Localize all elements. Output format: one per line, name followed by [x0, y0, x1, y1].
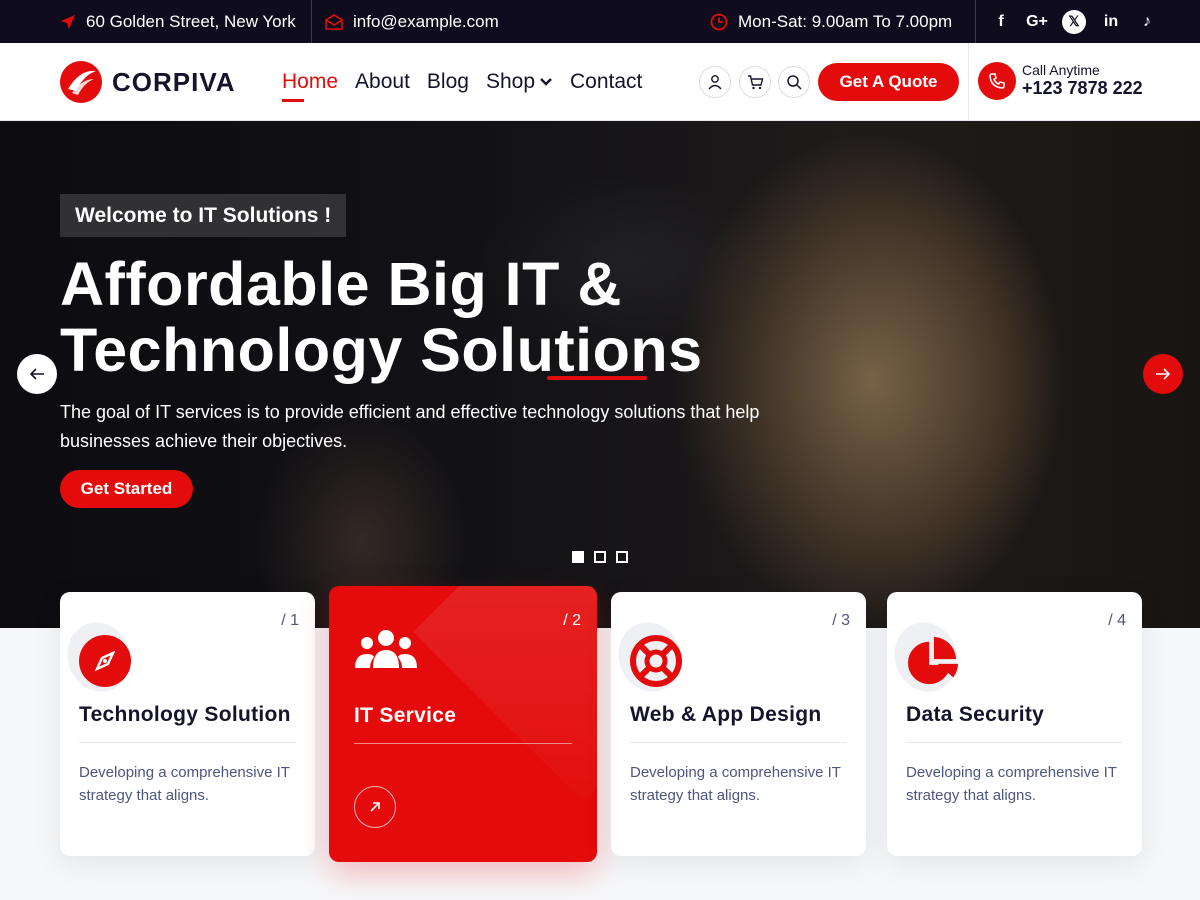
address: 60 Golden Street, New York: [60, 0, 296, 43]
cart-button[interactable]: [739, 66, 771, 98]
card-title: Web & App Design: [630, 703, 822, 726]
hero-title-line2: Technology Solutions: [60, 316, 703, 384]
call-number: +123 7878 222: [1022, 77, 1143, 98]
slider-pagination: [572, 551, 628, 563]
divider: [906, 742, 1123, 743]
divider: [975, 0, 976, 43]
get-quote-button[interactable]: Get A Quote: [818, 63, 959, 101]
card-title: IT Service: [354, 704, 457, 727]
arrow-up-right-icon: [370, 802, 380, 812]
cart-icon: [747, 75, 763, 90]
search-icon: [787, 75, 802, 90]
address-text: 60 Golden Street, New York: [86, 11, 296, 31]
logo-text: CORPIVA: [112, 66, 236, 97]
nav-home[interactable]: Home: [282, 70, 338, 102]
arrow-left-icon: [29, 368, 44, 380]
main-nav: Home About Blog Shop Contact: [282, 43, 642, 121]
slider-next-button[interactable]: [1143, 354, 1183, 394]
card-number: / 2: [563, 612, 581, 629]
divider: [968, 43, 969, 121]
facebook-icon[interactable]: f: [990, 11, 1012, 33]
hours-text: Mon-Sat: 9.00am To 7.00pm: [738, 11, 953, 31]
service-card-technology-solution[interactable]: / 1 Technology Solution Developing a com…: [57, 592, 315, 856]
x-twitter-icon[interactable]: 𝕏: [1062, 9, 1086, 34]
user-icon: [708, 75, 722, 90]
slider-dot[interactable]: [572, 551, 584, 563]
location-arrow-icon: [61, 14, 75, 29]
card-link-button[interactable]: [354, 786, 396, 828]
phone-icon: [978, 62, 1016, 100]
card-title: Data Security: [906, 703, 1045, 726]
hours: Mon-Sat: 9.00am To 7.00pm: [710, 0, 952, 43]
divider: [354, 743, 572, 744]
google-plus-icon[interactable]: G+: [1026, 11, 1048, 33]
email-text: info@example.com: [353, 11, 499, 31]
slider-dot[interactable]: [616, 551, 628, 563]
hero-title: Affordable Big IT & Technology Solutions: [60, 251, 760, 383]
mail-icon: [325, 13, 343, 30]
logo[interactable]: CORPIVA: [60, 61, 236, 103]
service-card-it-service[interactable]: / 2 IT Service: [329, 586, 597, 862]
hero-description: The goal of IT services is to provide ef…: [60, 402, 760, 451]
service-card-data-security[interactable]: / 4 Data Security Developing a comprehen…: [884, 592, 1142, 856]
slider-dot[interactable]: [594, 551, 606, 563]
card-description: Developing a comprehensive IT strategy t…: [79, 764, 290, 804]
social-links: f G+ 𝕏 in ♪: [990, 0, 1158, 43]
card-description: Developing a comprehensive IT strategy t…: [906, 764, 1117, 804]
hero-slider: Welcome to IT Solutions ! Affordable Big…: [0, 121, 1200, 628]
nav-about[interactable]: About: [355, 70, 410, 94]
main-header: CORPIVA Home About Blog Shop Contact Get…: [0, 43, 1200, 121]
card-number: / 4: [1108, 612, 1126, 629]
divider: [630, 742, 847, 743]
user-button[interactable]: [699, 66, 731, 98]
arrow-right-icon: [1156, 368, 1171, 380]
get-started-button[interactable]: Get Started: [60, 470, 193, 508]
chevron-down-icon: [540, 78, 552, 86]
card-description: Developing a comprehensive IT strategy t…: [630, 764, 841, 804]
nav-shop[interactable]: Shop: [486, 70, 553, 94]
hero-title-line1: Affordable Big IT &: [60, 250, 622, 318]
welcome-badge: Welcome to IT Solutions !: [60, 194, 347, 237]
nav-contact[interactable]: Contact: [570, 70, 642, 94]
users-icon: [353, 624, 419, 678]
card-number: / 1: [281, 612, 299, 629]
call-label: Call Anytime: [1022, 62, 1100, 79]
compass-icon: [78, 634, 132, 688]
nav-blog[interactable]: Blog: [427, 70, 469, 94]
call-anytime[interactable]: Call Anytime +123 7878 222: [978, 62, 1143, 100]
card-number: / 3: [832, 612, 850, 629]
search-button[interactable]: [778, 66, 810, 98]
linkedin-icon[interactable]: in: [1100, 11, 1122, 33]
top-bar: 60 Golden Street, New York info@example.…: [0, 0, 1200, 43]
email-link[interactable]: info@example.com: [325, 0, 499, 43]
service-card-web-app-design[interactable]: / 3 Web & App Design Developing a compre…: [608, 592, 866, 856]
slider-prev-button[interactable]: [17, 354, 57, 394]
tiktok-icon[interactable]: ♪: [1136, 11, 1158, 33]
divider: [311, 0, 312, 43]
lifebuoy-icon: [629, 634, 683, 688]
nav-shop-label: Shop: [485, 70, 535, 93]
logo-mark-icon: [60, 61, 102, 103]
clock-icon: [710, 13, 728, 30]
card-title: Technology Solution: [79, 703, 291, 726]
pie-chart-icon: [905, 634, 959, 688]
title-underline: [547, 376, 647, 380]
divider: [79, 742, 296, 743]
